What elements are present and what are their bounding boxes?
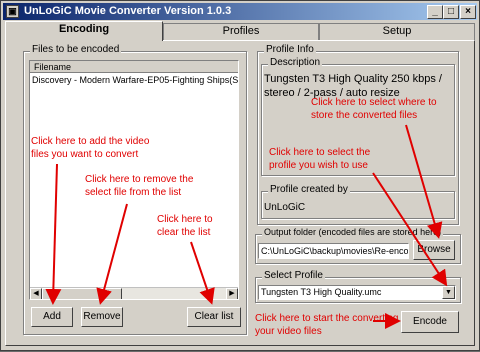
tab-encoding[interactable]: Encoding <box>5 21 163 41</box>
output-folder-label: Output folder (encoded files are stored … <box>262 227 444 237</box>
close-button[interactable]: × <box>460 5 476 19</box>
title-bar: ▣ UnLoGiC Movie Converter Version 1.0.3 … <box>3 3 477 20</box>
files-group-label: Files to be encoded <box>30 44 122 55</box>
add-button[interactable]: Add <box>31 307 73 327</box>
annotation-store: Click here to select where to store the … <box>311 97 437 121</box>
chevron-down-icon[interactable]: ▼ <box>442 286 455 299</box>
select-profile-label: Select Profile <box>262 270 325 281</box>
created-by-value: UnLoGiC <box>264 202 306 213</box>
tab-setup[interactable]: Setup <box>319 23 475 40</box>
scroll-right-arrow-icon[interactable]: ▶ <box>226 288 238 299</box>
annotation-encode: Click here to start the converting your … <box>255 313 399 337</box>
window-title: UnLoGiC Movie Converter Version 1.0.3 <box>24 5 232 17</box>
tab-profiles[interactable]: Profiles <box>163 23 319 40</box>
profile-select-value: Tungsten T3 High Quality.umc <box>261 287 382 297</box>
output-folder-input[interactable]: C:\UnLoGiC\backup\movies\Re-encode <box>258 243 409 259</box>
minimize-button[interactable]: _ <box>427 5 443 19</box>
scrollbar-thumb[interactable] <box>42 288 122 299</box>
encode-button[interactable]: Encode <box>401 311 459 333</box>
scroll-left-arrow-icon[interactable]: ◀ <box>30 288 42 299</box>
browse-button[interactable]: Browse <box>413 240 455 260</box>
annotation-profile: Click here to select the profile you wis… <box>269 147 371 171</box>
profile-select[interactable]: Tungsten T3 High Quality.umc ▼ <box>258 285 456 300</box>
annotation-add: Click here to add the video files you wa… <box>31 136 150 160</box>
clear-list-button[interactable]: Clear list <box>187 307 241 327</box>
profile-info-label: Profile Info <box>264 44 316 55</box>
app-window: ▣ UnLoGiC Movie Converter Version 1.0.3 … <box>0 0 480 351</box>
remove-button[interactable]: Remove <box>81 307 123 327</box>
list-item[interactable]: Discovery - Modern Warfare-EP05-Fighting… <box>32 75 238 85</box>
annotation-remove: Click here to remove the select file fro… <box>85 174 194 198</box>
created-by-label: Profile created by <box>268 184 350 195</box>
description-label: Description <box>268 57 323 68</box>
annotation-clear: Click here to clear the list <box>157 214 213 238</box>
horizontal-scrollbar[interactable]: ◀ ▶ <box>30 287 238 299</box>
maximize-button[interactable]: □ <box>443 5 459 19</box>
filename-column-header[interactable]: Filename <box>30 61 238 73</box>
app-icon: ▣ <box>6 5 19 18</box>
